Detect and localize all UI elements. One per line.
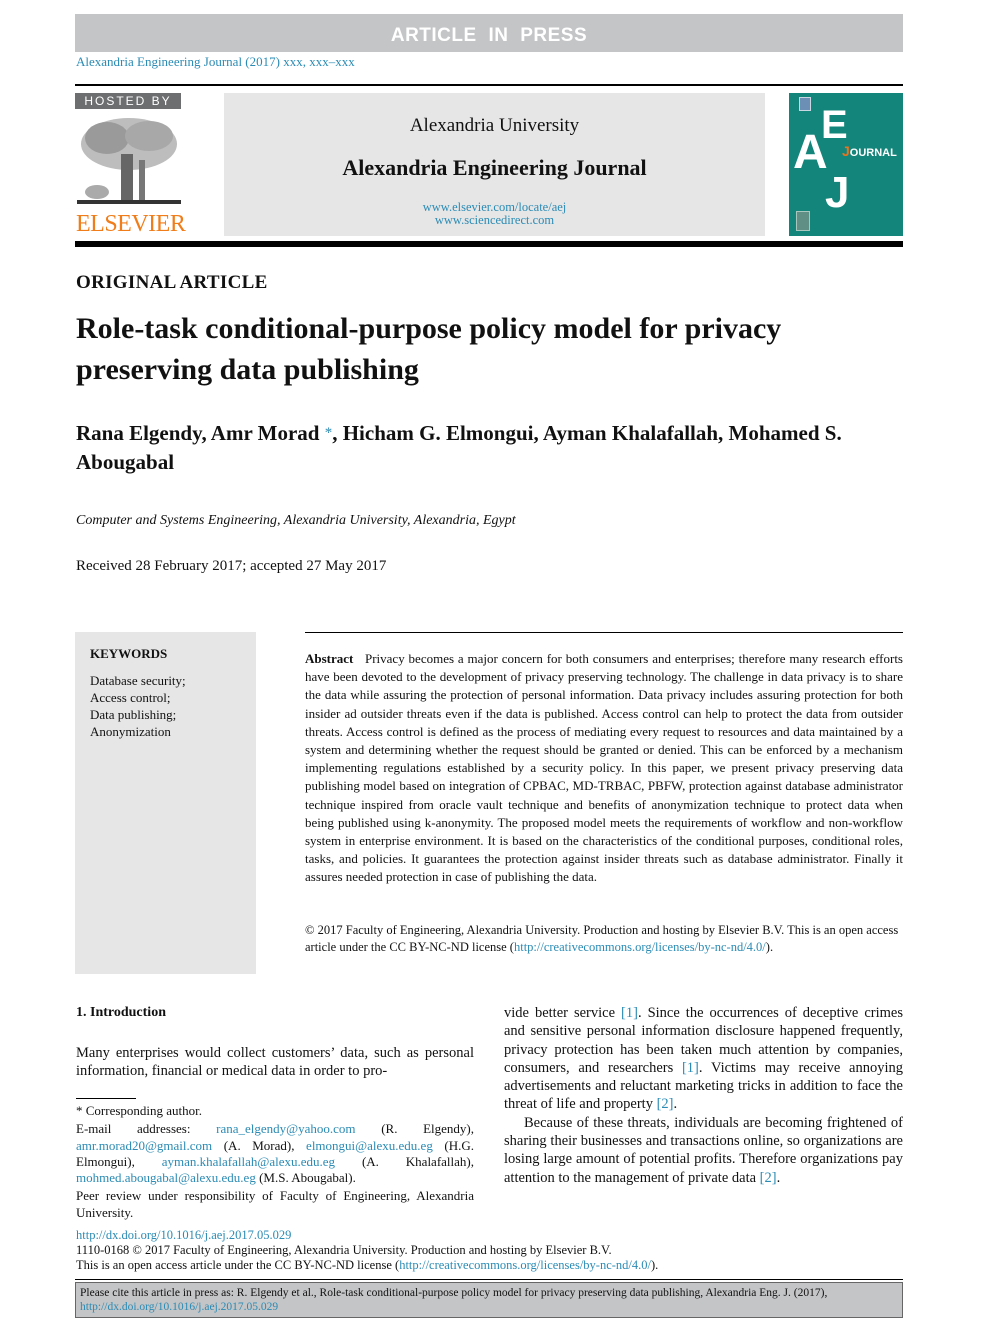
issn-line: 1110-0168 © 2017 Faculty of Engineering,…	[76, 1243, 612, 1257]
text-run: Because of these threats, individuals ar…	[504, 1114, 903, 1186]
abstract-label: Abstract	[305, 651, 354, 666]
journal-masthead: Alexandria University Alexandria Enginee…	[224, 93, 765, 236]
cover-letter-j: J	[825, 168, 850, 217]
introduction-paragraph: vide better service [1]. Since the occur…	[504, 1004, 903, 1114]
journal-citation-link[interactable]: Alexandria Engineering Journal (2017) xx…	[76, 54, 355, 70]
cover-journal-initial: J	[842, 143, 850, 159]
affiliation: Computer and Systems Engineering, Alexan…	[76, 513, 516, 528]
cover-university-emblem-icon	[799, 97, 811, 111]
email-link[interactable]: ayman.khalafallah@alexu.edu.eg	[162, 1154, 335, 1169]
elsevier-tree-logo-icon	[77, 118, 181, 204]
introduction-paragraph: Because of these threats, individuals ar…	[504, 1114, 903, 1187]
license-link[interactable]: http://creativecommons.org/licenses/by-n…	[399, 1258, 651, 1272]
citation-doi-link[interactable]: http://dx.doi.org/10.1016/j.aej.2017.05.…	[80, 1300, 898, 1314]
text-run: This is an open access article under the…	[76, 1258, 400, 1272]
email-owner: (A. Khalafallah),	[335, 1153, 475, 1169]
corresponding-author-note: * Corresponding author.	[76, 1103, 203, 1118]
email-link[interactable]: rana_elgendy@yahoo.com	[216, 1121, 355, 1136]
footer-divider	[75, 1279, 903, 1280]
cover-journal-word: JOURNAL	[842, 143, 897, 159]
text-run: .	[673, 1096, 678, 1113]
authors-part-1: Rana Elgendy, Amr Morad	[76, 421, 320, 445]
email-owner: (A. Morad),	[212, 1137, 307, 1153]
license-link[interactable]: http://creativecommons.org/licenses/by-n…	[514, 940, 766, 954]
cover-journal-rest: OURNAL	[849, 147, 897, 159]
email-addresses: E-mail addresses: rana_elgendy@yahoo.com…	[76, 1121, 474, 1186]
keyword-item: Database security;	[90, 673, 186, 688]
article-in-press-banner: ARTICLE IN PRESS	[75, 14, 903, 52]
citation-box: Please cite this article in press as: R.…	[75, 1282, 903, 1318]
email-link[interactable]: amr.morad20@gmail.com	[76, 1138, 212, 1153]
text-run: .	[776, 1169, 781, 1186]
keywords-panel: KEYWORDS Database security; Access contr…	[75, 632, 256, 974]
journal-cover-image: A E J JOURNAL	[789, 93, 903, 236]
abstract-text: Privacy becomes a major concern for both…	[305, 651, 903, 885]
email-owner: (R. Elgendy),	[355, 1121, 474, 1137]
article-type-label: ORIGINAL ARTICLE	[76, 272, 268, 293]
reference-link[interactable]: [2]	[657, 1096, 674, 1112]
abstract-section: Abstract Privacy becomes a major concern…	[305, 650, 903, 887]
keyword-item: Anonymization	[90, 724, 171, 739]
hosted-by-label: HOSTED BY	[75, 93, 181, 109]
reference-link[interactable]: [2]	[760, 1170, 777, 1186]
masthead-divider	[75, 241, 903, 247]
citation-text: Please cite this article in press as: R.…	[80, 1287, 828, 1299]
received-accepted-dates: Received 28 February 2017; accepted 27 M…	[76, 558, 387, 574]
article-title: Role-task conditional-purpose policy mod…	[76, 312, 782, 386]
license-line: This is an open access article under the…	[76, 1258, 906, 1273]
university-name: Alexandria University	[409, 115, 580, 136]
footnotes: * Corresponding author. E-mail addresses…	[76, 1103, 474, 1223]
keyword-item: Data publishing;	[90, 707, 177, 722]
abstract-divider	[305, 632, 903, 633]
author-list: Rana Elgendy, Amr Morad *, Hicham G. Elm…	[76, 419, 856, 477]
text-run: ).	[650, 1258, 659, 1272]
top-divider	[75, 84, 903, 86]
cover-elsevier-emblem-icon	[796, 211, 810, 231]
email-link[interactable]: elmongui@alexu.edu.eg	[306, 1138, 433, 1153]
elsevier-logo-text: ELSEVIER	[76, 211, 186, 237]
email-link[interactable]: mohmed.abougabal@alexu.edu.eg	[76, 1170, 256, 1185]
reference-link[interactable]: [1]	[682, 1060, 699, 1076]
journal-name: Alexandria Engineering Journal	[342, 155, 647, 180]
doi-link[interactable]: http://dx.doi.org/10.1016/j.aej.2017.05.…	[76, 1228, 906, 1243]
keyword-item: Access control;	[90, 690, 171, 705]
peer-review-note: Peer review under responsibility of Facu…	[76, 1188, 474, 1220]
footnote-divider	[76, 1098, 136, 1099]
email-owner: (M.S. Abougabal).	[255, 1170, 356, 1186]
introduction-column-2: vide better service [1]. Since the occur…	[504, 1004, 903, 1187]
sciencedirect-link[interactable]: www.sciencedirect.com	[224, 214, 765, 227]
keywords-heading: KEYWORDS	[90, 646, 168, 661]
doi-block: http://dx.doi.org/10.1016/j.aej.2017.05.…	[76, 1228, 906, 1273]
copyright-close: ).	[765, 940, 774, 954]
reference-link[interactable]: [1]	[621, 1005, 638, 1021]
cover-letter-e: E	[821, 103, 848, 147]
introduction-paragraph: Many enterprises would collect customers…	[76, 1045, 474, 1080]
abstract-copyright: © 2017 Faculty of Engineering, Alexandri…	[305, 922, 903, 956]
introduction-heading: 1. Introduction	[76, 1005, 166, 1020]
email-label: E-mail addresses:	[76, 1121, 217, 1137]
text-run: vide better service	[504, 1005, 622, 1021]
